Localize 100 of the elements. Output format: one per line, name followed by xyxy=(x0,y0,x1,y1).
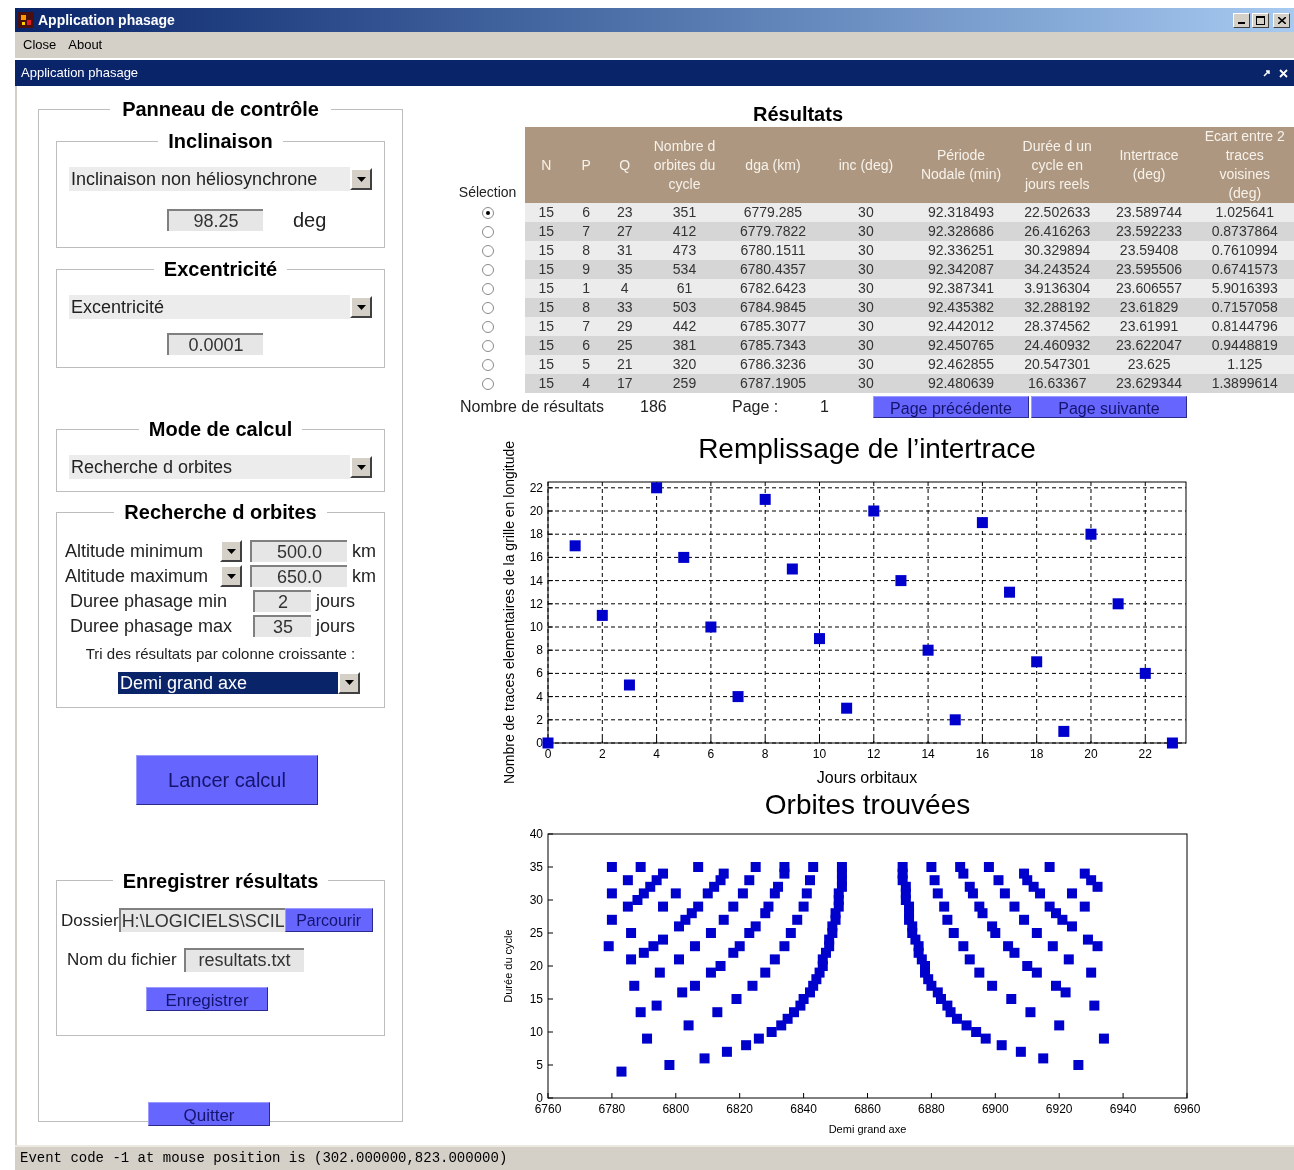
axis-tick-label: 12 xyxy=(529,596,543,611)
axis-tick-label: 6960 xyxy=(1173,1102,1200,1116)
input-field[interactable]: resultats.txt xyxy=(183,947,304,972)
axis-tick-label: 25 xyxy=(529,926,543,940)
field-label: Duree phasage max xyxy=(69,614,234,638)
column-header: P xyxy=(567,127,605,203)
axis-tick-label: 18 xyxy=(529,527,543,542)
table-cell: 6782.6423 xyxy=(724,279,822,298)
axis-tick-label: 6 xyxy=(536,666,543,681)
axis-tick-label: 6820 xyxy=(726,1102,754,1116)
table-cell: 17 xyxy=(604,374,645,393)
button[interactable]: Lancer calcul xyxy=(136,754,318,805)
table-cell: 1.125 xyxy=(1195,355,1294,374)
column-header: dga (km) xyxy=(724,127,822,203)
axis-tick-label: 40 xyxy=(529,827,543,841)
table-cell: 23.625 xyxy=(1102,355,1196,374)
input-field[interactable]: 500.0 xyxy=(250,540,347,562)
button[interactable]: Quitter xyxy=(148,1101,270,1126)
table-cell: 15 xyxy=(525,298,568,317)
axis-tick-label: 0 xyxy=(536,1091,543,1105)
button[interactable]: Enregistrer xyxy=(146,986,268,1011)
input-field[interactable]: 98.25 xyxy=(167,209,263,231)
table-cell: 92.342087 xyxy=(910,260,1012,279)
axis-tick-label: 2 xyxy=(598,747,606,761)
table-cell: 0.6741573 xyxy=(1195,260,1294,279)
table-cell: 9 xyxy=(567,260,605,279)
axis-tick-label: 22 xyxy=(529,480,543,495)
menu-item[interactable]: Close xyxy=(23,35,57,55)
table-cell: 0.8737864 xyxy=(1195,222,1294,241)
axis-tick-label: 8 xyxy=(761,747,769,761)
field-label: Altitude maximum xyxy=(65,564,210,588)
button[interactable]: Page suivante xyxy=(1031,396,1187,418)
field-label: Nom du fichier xyxy=(67,949,177,971)
axis-title: Durée du cycle xyxy=(502,929,514,1003)
table-cell: 92.450765 xyxy=(910,336,1012,355)
group-title: Mode de calcul xyxy=(147,417,294,441)
table-title: Résultats xyxy=(753,102,845,126)
table-cell: 6779.285 xyxy=(724,203,822,222)
table-cell: 33 xyxy=(604,298,645,317)
group-title: Enregistrer résultats xyxy=(121,868,320,893)
table-cell: 92.336251 xyxy=(910,241,1012,260)
table-cell: 28.374562 xyxy=(1011,317,1103,336)
axis-tick-label: 15 xyxy=(529,992,543,1006)
table-cell: 30 xyxy=(821,355,911,374)
axis-tick-label: 12 xyxy=(867,747,881,761)
table-cell: 92.387341 xyxy=(910,279,1012,298)
table-cell: 15 xyxy=(525,374,568,393)
table-cell: 1.3899614 xyxy=(1195,374,1294,393)
table-cell: 15 xyxy=(525,336,568,355)
panel-title: Panneau de contrôle xyxy=(121,97,320,121)
input-field[interactable]: 0.0001 xyxy=(167,333,263,355)
input-field[interactable]: H:\LOGICIELS\SCIL xyxy=(118,908,285,933)
table-cell: 23.622047 xyxy=(1102,336,1196,355)
table-cell: 25 xyxy=(604,336,645,355)
input-field[interactable]: 35 xyxy=(253,615,311,637)
button[interactable]: Parcourir xyxy=(284,908,373,933)
input-field[interactable]: 2 xyxy=(253,590,311,612)
table-cell: 29 xyxy=(604,317,645,336)
table-cell: 30 xyxy=(821,260,911,279)
table-cell: 6 xyxy=(567,203,605,222)
table-cell: 7 xyxy=(567,222,605,241)
table-cell: 26.416263 xyxy=(1011,222,1103,241)
table-cell: 15 xyxy=(525,355,568,374)
group-title: Excentricité xyxy=(162,257,279,281)
button[interactable]: Page précédente xyxy=(873,396,1029,418)
table-cell: 6784.9845 xyxy=(724,298,822,317)
table-cell: 30 xyxy=(821,336,911,355)
menu-item[interactable]: About xyxy=(68,35,103,55)
column-header: Sélection xyxy=(458,184,517,200)
table-cell: 30 xyxy=(821,374,911,393)
table-cell: 24.460932 xyxy=(1011,336,1103,355)
column-header: Durée d un cycle en jours reels xyxy=(1011,127,1103,203)
table-cell: 92.328686 xyxy=(910,222,1012,241)
axis-tick-label: 0 xyxy=(536,736,543,750)
axis-tick-label: 6880 xyxy=(918,1102,945,1116)
group-title: Recherche d orbites xyxy=(123,500,318,524)
axis-tick-label: 10 xyxy=(529,1025,543,1039)
table-cell: 21 xyxy=(604,355,645,374)
table-cell: 30.329894 xyxy=(1011,241,1103,260)
table-cell: 30 xyxy=(821,203,911,222)
table-cell: 0.7157058 xyxy=(1195,298,1294,317)
sort-label: Tri des résultats par colonne croissante : xyxy=(84,644,357,664)
table-cell: 92.318493 xyxy=(910,203,1012,222)
table-cell: 320 xyxy=(644,355,725,374)
unit-label: km xyxy=(352,539,376,563)
table-cell: 442 xyxy=(644,317,725,336)
chart-title: Orbites trouvées xyxy=(764,789,971,820)
column-header: N xyxy=(525,127,568,203)
axis-tick-label: 6800 xyxy=(662,1102,690,1116)
axis-tick-label: 20 xyxy=(529,504,543,518)
axis-tick-label: 22 xyxy=(1138,747,1152,761)
axis-tick-label: 4 xyxy=(536,689,543,704)
table-cell: 6780.4357 xyxy=(724,260,822,279)
input-field[interactable]: 650.0 xyxy=(250,565,347,587)
column-header: Intertrace (deg) xyxy=(1102,127,1196,203)
table-cell: 1 xyxy=(567,279,605,298)
table-cell: 8 xyxy=(567,241,605,260)
table-cell: 6780.1511 xyxy=(724,241,822,260)
result-count: 186 xyxy=(640,397,668,417)
axis-tick-label: 8 xyxy=(536,643,543,658)
